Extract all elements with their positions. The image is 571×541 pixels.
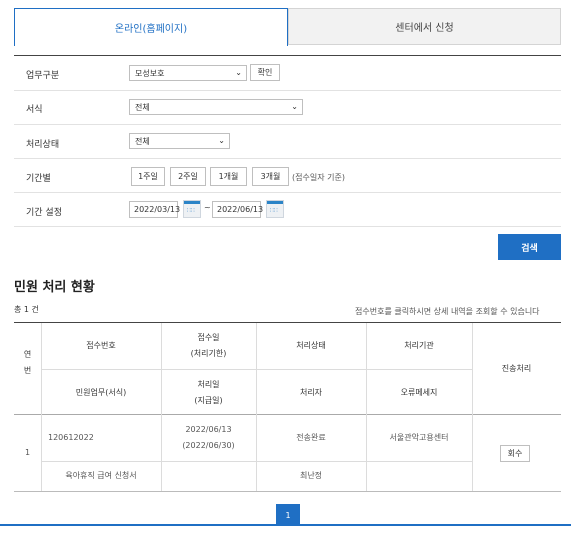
chevron-down-icon: ⌄ (291, 102, 298, 111)
status-label: 처리상태 (26, 140, 60, 150)
header-process-date: 처리일 (지급일) (194, 380, 223, 405)
period-note: (접수일자 기준) (292, 173, 345, 182)
period-2week-button[interactable]: 2주일 (170, 167, 206, 186)
form-label: 서식 (26, 105, 43, 115)
date-to-input[interactable]: 2022/06/13 (212, 201, 263, 218)
chevron-down-icon: ⌄ (235, 68, 242, 77)
row-status: 전송완료 (296, 433, 326, 442)
receipt-number-link[interactable]: 120612022 (48, 430, 94, 446)
table-top-border (14, 322, 561, 323)
period-3month-button[interactable]: 3개월 (252, 167, 289, 186)
form-top-border (14, 55, 561, 56)
row-agency: 서울관악고용센터 (389, 433, 449, 442)
work-type-label: 업무구분 (26, 71, 60, 81)
tab-online[interactable]: 온라인(홈페이지) (14, 8, 288, 46)
page-1-button[interactable]: 1 (276, 504, 300, 526)
table-divider (14, 414, 561, 415)
form-value: 전체 (135, 102, 150, 112)
table-hint: 접수번호를 클릭하시면 상세 내역을 조회할 수 있습니다 (355, 307, 540, 316)
header-action: 진송처리 (501, 364, 532, 373)
header-receipt-date: 접수일 (처리기한) (190, 333, 227, 358)
work-type-select[interactable]: 모성보호 ⌄ (129, 65, 247, 81)
header-work-form: 민원업무(서식) (75, 388, 127, 397)
header-status: 처리상태 (296, 341, 326, 350)
date-separator: ~ (204, 203, 211, 212)
total-count: 총 1 건 (14, 305, 39, 314)
period-1month-button[interactable]: 1개월 (210, 167, 247, 186)
tab-center[interactable]: 센터에서 신청 (288, 8, 561, 45)
date-from-input[interactable]: 2022/03/13 (129, 201, 180, 218)
header-receipt-no: 접수번호 (86, 341, 116, 350)
date-range-label: 기간 설정 (26, 208, 62, 218)
row-receipt-date: 2022/06/13 (2022/06/30) (182, 425, 235, 450)
calendar-icon[interactable]: ∷∷ (266, 200, 284, 218)
form-select[interactable]: 전체 ⌄ (129, 99, 303, 115)
period-label: 기간별 (26, 174, 51, 184)
table-bottom-border (14, 491, 561, 492)
header-agency: 처리기관 (404, 341, 434, 350)
header-no: 연 번 (23, 350, 32, 375)
table-col-divider (472, 323, 473, 491)
divider (14, 158, 561, 159)
search-button[interactable]: 검색 (498, 234, 561, 260)
tab-center-label: 센터에서 신청 (395, 23, 454, 34)
chevron-down-icon: ⌄ (218, 136, 225, 145)
header-handler: 처리자 (299, 388, 323, 397)
period-1week-button[interactable]: 1주일 (131, 167, 165, 186)
recall-button[interactable]: 회수 (500, 445, 530, 462)
divider (14, 192, 561, 193)
row-handler: 최난정 (299, 471, 323, 480)
header-error: 오류메세지 (400, 388, 438, 397)
status-select[interactable]: 전체 ⌄ (129, 133, 230, 149)
divider (14, 226, 561, 227)
divider (14, 124, 561, 125)
row-no: 1 (24, 448, 31, 457)
status-value: 전체 (135, 136, 150, 146)
divider (14, 90, 561, 91)
section-title: 민원 처리 현황 (14, 280, 95, 295)
work-type-value: 모성보호 (135, 68, 165, 78)
calendar-icon[interactable]: ∷∷ (183, 200, 201, 218)
confirm-button[interactable]: 확인 (250, 64, 280, 81)
row-work-form: 육아휴직 급여 신청서 (65, 471, 137, 480)
tab-online-label: 온라인(홈페이지) (114, 24, 188, 35)
